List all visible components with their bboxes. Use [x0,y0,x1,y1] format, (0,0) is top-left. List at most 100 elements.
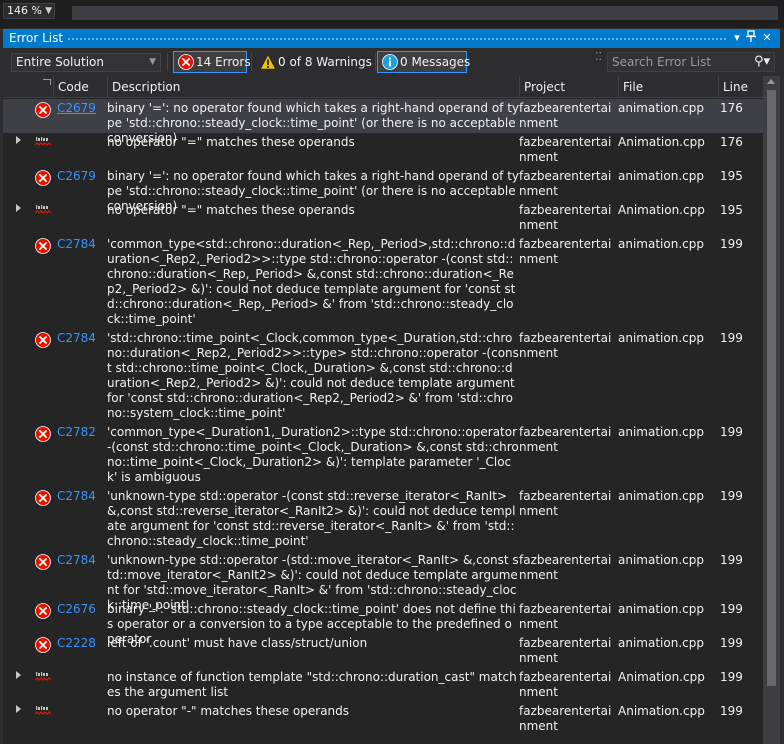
toolbar-separator [167,53,168,71]
column-chooser-icon[interactable] [43,79,51,85]
messages-count-label: 0 Messages [400,55,471,69]
table-row[interactable]: C2784 'std::chrono::time_point<_Clock,com… [3,329,763,423]
error-code-link[interactable]: C2784 [57,553,96,568]
scroll-up-icon[interactable] [767,79,775,84]
error-icon [35,490,51,506]
column-header-project[interactable]: Project [519,76,618,98]
error-description: 'common_type<_Duration1,_Duration2>::typ… [107,425,519,484]
error-code-link[interactable]: C2784 [57,489,96,504]
error-line: 199 [720,636,743,650]
scrollbar-thumb[interactable] [767,90,776,686]
error-line: 199 [720,425,743,439]
errors-count-label: 14 Errors [196,55,251,69]
error-file: animation.cpp [618,553,704,567]
intellisense-icon [35,137,51,146]
column-header-code[interactable]: Code [53,76,107,98]
error-file: Animation.cpp [618,203,705,217]
error-icon [35,603,51,619]
error-code-link[interactable]: C2676 [57,602,96,617]
table-row[interactable]: C2679 binary '=': no operator found which… [3,167,763,213]
table-row[interactable]: C2782 'common_type<_Duration1,_Duration2>… [3,423,763,487]
search-input[interactable]: Search Error List ⚲▾ [607,52,775,72]
error-code-link[interactable]: C2679 [57,169,96,184]
info-icon [382,54,398,70]
panel-title: Error List [9,31,64,45]
error-icon [35,554,51,570]
chevron-down-icon: ▼ [45,6,52,16]
error-description: 'std::chrono::time_point<_Clock,common_t… [107,331,519,420]
table-row[interactable]: no operator "=" matches these operands fa… [3,133,763,167]
expand-icon[interactable] [16,136,21,144]
error-description: no operator "=" matches these operands [107,135,355,149]
error-project: fazbearentertainment [519,553,612,582]
search-options-icon[interactable]: ⁚⁚ [595,50,602,63]
error-code-link[interactable]: C2679 [57,101,96,116]
toolbar-separator [251,53,252,71]
error-file: animation.cpp [618,636,704,650]
zoom-value: 146 % [7,4,42,17]
error-project: fazbearentertainment [519,135,612,164]
table-row[interactable]: C2784 'common_type<std::chrono::duration<… [3,235,763,329]
error-description: left of '.count' must have class/struct/… [107,636,368,650]
column-header-description[interactable]: Description [107,76,519,98]
intellisense-icon [35,672,51,681]
close-icon[interactable]: ✕ [760,30,774,46]
vertical-scrollbar[interactable] [763,76,780,744]
table-row[interactable]: C2679 binary '=': no operator found which… [3,99,763,145]
expand-icon[interactable] [16,705,21,713]
table-row[interactable]: C2228 left of '.count' must have class/st… [3,634,763,668]
table-row[interactable]: C2676 binary '-': 'std::chrono::steady_cl… [3,600,763,646]
error-project: fazbearentertainment [519,602,612,631]
error-code-link[interactable]: C2782 [57,425,96,440]
error-line: 195 [720,169,743,183]
error-project: fazbearentertainment [519,636,612,665]
scope-select[interactable]: Entire Solution ▼ [11,53,161,72]
error-description: no operator "-" matches these operands [107,704,350,718]
error-file: animation.cpp [618,425,704,439]
editor-area: 146 % ▼ [0,0,784,28]
error-icon [35,426,51,442]
error-line: 199 [720,704,743,718]
table-row[interactable]: no operator "-" matches these operands fa… [3,702,763,736]
grid-header: Code Description Project File Line [3,76,763,98]
intellisense-icon [35,205,51,214]
search-icon[interactable]: ⚲▾ [754,54,770,69]
expand-icon[interactable] [16,671,21,679]
table-row[interactable]: no instance of function template "std::c… [3,668,763,702]
errors-filter-button[interactable]: 14 Errors [173,51,251,73]
expand-icon[interactable] [16,204,21,212]
table-row[interactable]: no operator "=" matches these operands fa… [3,201,763,235]
titlebar-grip [67,37,728,41]
warnings-filter-button[interactable]: 0 of 8 Warnings [255,51,373,73]
error-icon [35,170,51,186]
messages-filter-button[interactable]: 0 Messages [377,51,471,73]
error-line: 176 [720,101,743,115]
error-file: animation.cpp [618,331,704,345]
chevron-down-icon: ▼ [149,57,156,67]
error-list-titlebar[interactable]: Error List ▾ ✕ [3,29,780,48]
error-project: fazbearentertainment [519,203,612,232]
error-file: animation.cpp [618,602,704,616]
window-position-icon[interactable]: ▾ [730,30,744,46]
column-header-file[interactable]: File [618,76,718,98]
error-icon [35,238,51,254]
table-row[interactable]: C2784 'unknown-type std::operator -(const… [3,487,763,551]
error-code-link[interactable]: C2784 [57,331,96,346]
table-row[interactable]: C2784'unknown-type std::operator -(std::… [3,551,763,612]
error-file: Animation.cpp [618,135,705,149]
error-code-link[interactable]: C2228 [57,636,96,651]
error-description: no instance of function template "std::c… [107,670,517,699]
error-project: fazbearentertainment [519,489,612,518]
warnings-count-label: 0 of 8 Warnings [278,55,372,69]
error-project: fazbearentertainment [519,101,612,130]
pin-icon[interactable] [744,30,758,46]
error-line: 176 [720,135,743,149]
error-file: animation.cpp [618,169,704,183]
intellisense-icon [35,706,51,715]
error-code-link[interactable]: C2784 [57,237,96,252]
editor-horizontal-scrollbar[interactable] [72,6,778,20]
zoom-selector[interactable]: 146 % ▼ [3,3,55,19]
error-project: fazbearentertainment [519,425,612,454]
column-header-line[interactable]: Line [718,76,763,98]
pin-glyph [746,30,756,42]
